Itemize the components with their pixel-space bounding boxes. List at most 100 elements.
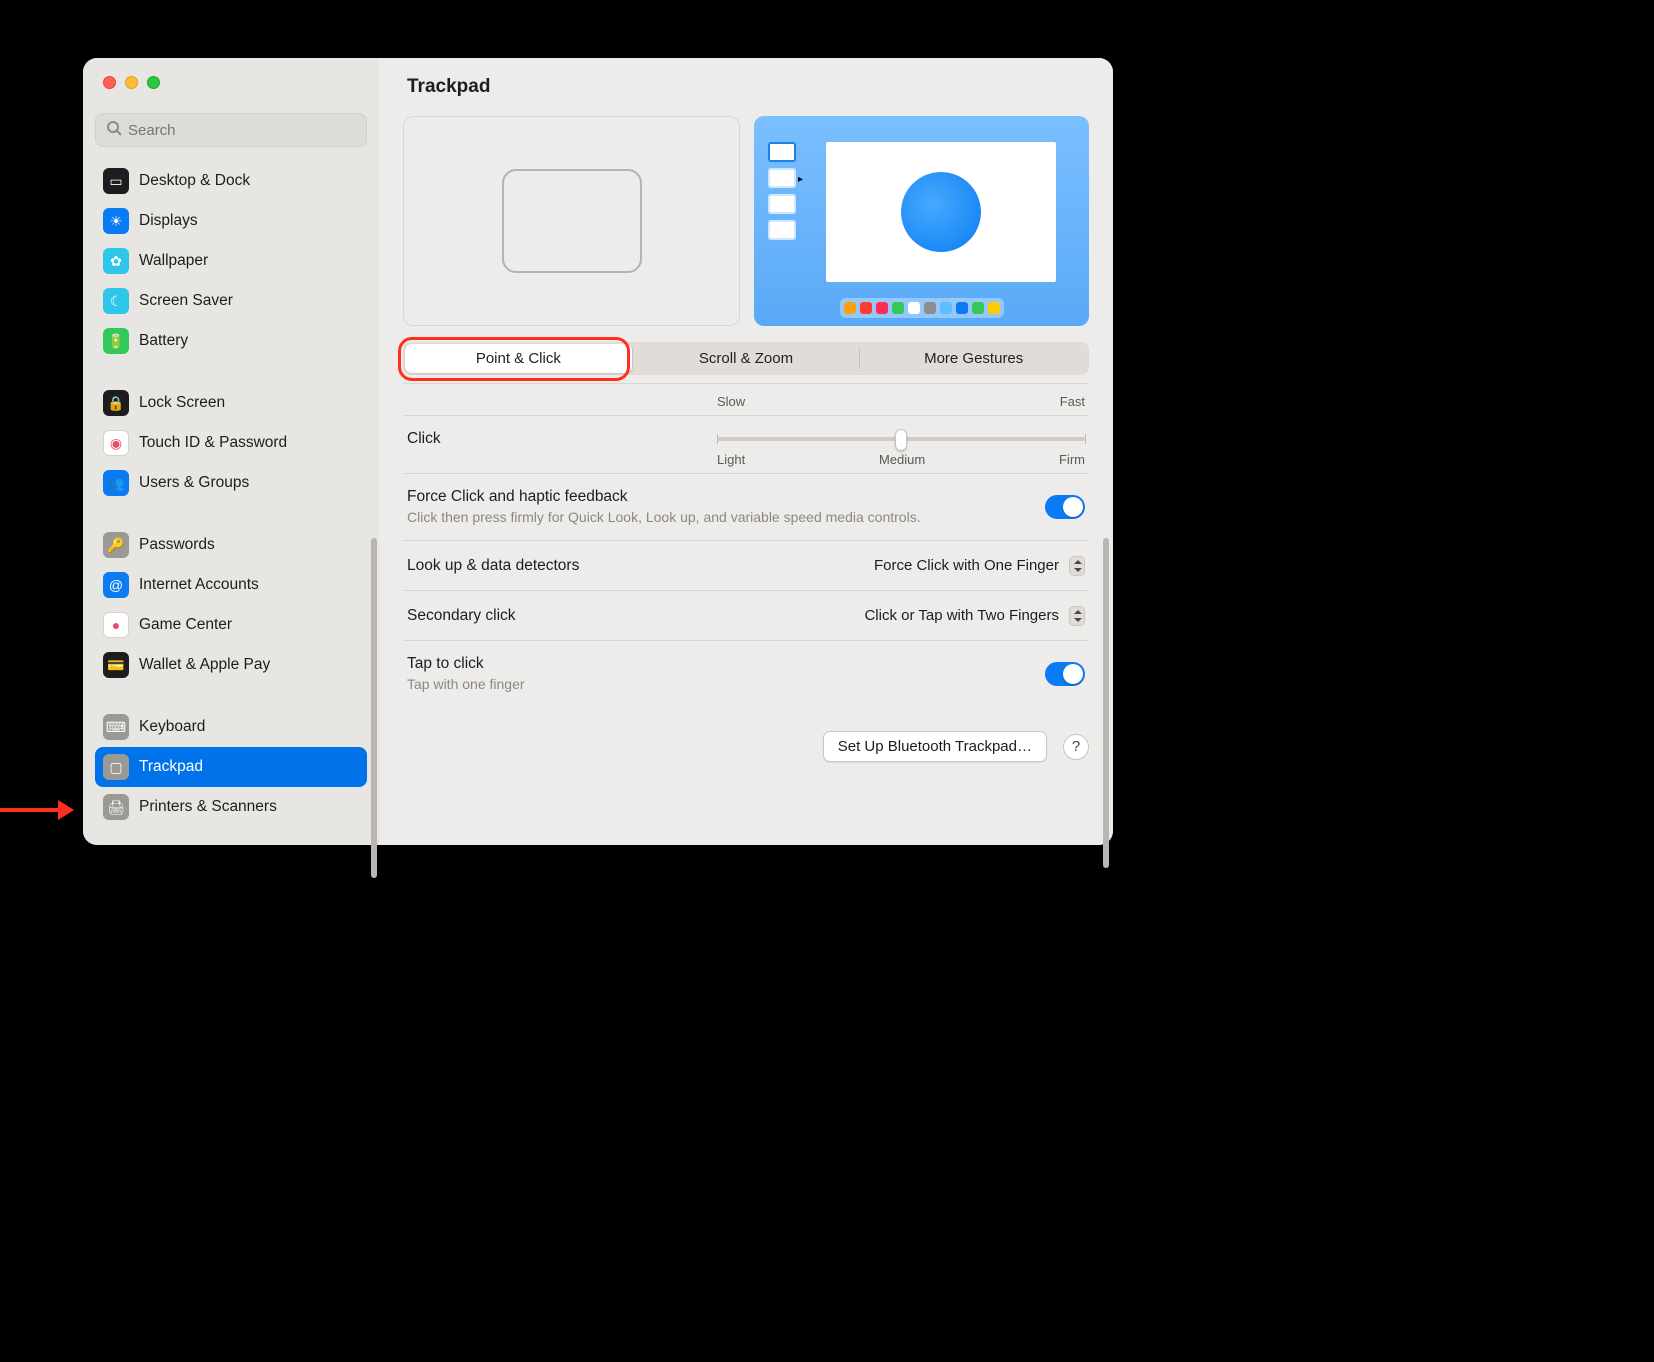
click-slider-knob[interactable]	[895, 429, 907, 451]
chevron-updown-icon[interactable]	[1069, 606, 1085, 626]
sidebar-item-label: Touch ID & Password	[139, 434, 287, 452]
demo-thumb	[768, 194, 796, 214]
dock-swatch	[940, 302, 952, 314]
sidebar-item-keyboard[interactable]: ⌨ Keyboard	[95, 707, 367, 747]
sidebar-item-desktop-dock[interactable]: ▭ Desktop & Dock	[95, 161, 367, 201]
screen-saver-icon: ☾	[103, 288, 129, 314]
wallet-apple-pay-icon: 💳	[103, 652, 129, 678]
passwords-icon: 🔑	[103, 532, 129, 558]
dock-swatch	[876, 302, 888, 314]
trackpad-icon	[502, 169, 642, 273]
sidebar-item-label: Passwords	[139, 536, 215, 554]
sidebar-item-label: Trackpad	[139, 758, 203, 776]
trackpad-icon: ▢	[103, 754, 129, 780]
bottom-bar: Set Up Bluetooth Trackpad… ?	[403, 731, 1089, 762]
dock-swatch	[972, 302, 984, 314]
sidebar-item-wallpaper[interactable]: ✿ Wallpaper	[95, 241, 367, 281]
trackpad-preview	[403, 116, 740, 326]
sidebar-item-passwords[interactable]: 🔑 Passwords	[95, 525, 367, 565]
search-input[interactable]	[95, 113, 367, 147]
sidebar-item-label: Wallet & Apple Pay	[139, 656, 270, 674]
demo-canvas	[826, 142, 1056, 282]
keyboard-icon: ⌨	[103, 714, 129, 740]
sidebar-item-users-groups[interactable]: 👥Users & Groups	[95, 463, 367, 503]
sidebar-item-label: Keyboard	[139, 718, 205, 736]
sidebar: ▭ Desktop & Dock ☀ Displays ✿ Wallpaper ☾ Scree…	[83, 58, 379, 845]
sidebar-list: ▭ Desktop & Dock ☀ Displays ✿ Wallpaper ☾ Scree…	[95, 161, 367, 827]
sidebar-item-printers-scanners[interactable]: 🖨 Printers & Scanners	[95, 787, 367, 827]
sidebar-item-label: Internet Accounts	[139, 576, 259, 594]
sidebar-item-label: Printers & Scanners	[139, 798, 277, 816]
zoom-icon[interactable]	[147, 76, 160, 89]
demo-thumb	[768, 142, 796, 162]
dock-swatch	[892, 302, 904, 314]
desktop-dock-icon: ▭	[103, 168, 129, 194]
lock-screen-icon: 🔒	[103, 390, 129, 416]
circle-icon	[901, 172, 981, 252]
dock-swatch	[860, 302, 872, 314]
sidebar-item-label: Wallpaper	[139, 252, 208, 270]
search-field[interactable]	[128, 122, 356, 139]
lookup-label: Look up & data detectors	[407, 557, 870, 575]
close-icon[interactable]	[103, 76, 116, 89]
tap-to-click-sub: Tap with one finger	[407, 675, 1045, 693]
sidebar-item-trackpad[interactable]: ▢ Trackpad	[95, 747, 367, 787]
displays-icon: ☀	[103, 208, 129, 234]
dock-swatch	[956, 302, 968, 314]
sidebar-item-lock-screen[interactable]: 🔒Lock Screen	[95, 383, 367, 423]
demo-dock	[840, 298, 1004, 318]
main-content: Trackpad ▸ Point & Clic	[379, 58, 1113, 845]
sidebar-item-label: Screen Saver	[139, 292, 233, 310]
dock-swatch	[908, 302, 920, 314]
gesture-demo: ▸	[754, 116, 1089, 326]
sidebar-item-displays[interactable]: ☀ Displays	[95, 201, 367, 241]
tracking-slow-label: Slow	[717, 394, 745, 409]
sidebar-item-internet-accounts[interactable]: @Internet Accounts	[95, 565, 367, 605]
force-click-label: Force Click and haptic feedback	[407, 488, 1045, 506]
annotation-tab-highlight	[398, 337, 630, 381]
sidebar-item-label: Users & Groups	[139, 474, 249, 492]
dock-swatch	[924, 302, 936, 314]
content-scrollbar[interactable]	[1103, 538, 1109, 868]
help-button[interactable]: ?	[1063, 734, 1089, 760]
dock-swatch	[844, 302, 856, 314]
tab-scroll-zoom[interactable]: Scroll & Zoom	[633, 344, 860, 373]
click-medium: Medium	[879, 452, 925, 467]
secondary-click-value[interactable]: Click or Tap with Two Fingers	[860, 605, 1063, 626]
sidebar-item-screen-saver[interactable]: ☾ Screen Saver	[95, 281, 367, 321]
force-click-row: Force Click and haptic feedback Click th…	[403, 474, 1089, 541]
game-center-icon: ●	[103, 612, 129, 638]
sidebar-item-label: Displays	[139, 212, 198, 230]
sidebar-item-label: Desktop & Dock	[139, 172, 250, 190]
demo-thumbnails	[768, 142, 796, 240]
click-firm: Firm	[1059, 452, 1085, 467]
sidebar-item-wallet-apple-pay[interactable]: 💳 Wallet & Apple Pay	[95, 645, 367, 685]
dock-swatch	[988, 302, 1000, 314]
minimize-icon[interactable]	[125, 76, 138, 89]
sidebar-item-label: Game Center	[139, 616, 232, 634]
secondary-click-label: Secondary click	[407, 607, 860, 625]
click-slider[interactable]	[717, 437, 1085, 441]
force-click-toggle[interactable]	[1045, 495, 1085, 519]
tab-more-gestures[interactable]: More Gestures	[860, 344, 1087, 373]
printers-scanners-icon: 🖨	[103, 794, 129, 820]
sidebar-item-label: Battery	[139, 332, 188, 350]
sidebar-item-touch-id-password[interactable]: ◉Touch ID & Password	[95, 423, 367, 463]
battery-icon: 🔋	[103, 328, 129, 354]
window-controls	[103, 76, 367, 89]
click-row: Click Light Medium Firm	[403, 416, 1089, 474]
sidebar-item-battery[interactable]: 🔋 Battery	[95, 321, 367, 361]
lookup-row: Look up & data detectors Force Click wit…	[403, 541, 1089, 591]
lookup-value[interactable]: Force Click with One Finger	[870, 555, 1063, 576]
sidebar-item-game-center[interactable]: ● Game Center	[95, 605, 367, 645]
annotation-arrow	[0, 800, 74, 820]
sidebar-scrollbar[interactable]	[371, 538, 377, 878]
tap-to-click-toggle[interactable]	[1045, 662, 1085, 686]
wallpaper-icon: ✿	[103, 248, 129, 274]
cursor-icon: ▸	[798, 174, 803, 185]
setup-bluetooth-button[interactable]: Set Up Bluetooth Trackpad…	[823, 731, 1047, 762]
tracking-fast-label: Fast	[1060, 394, 1085, 409]
chevron-updown-icon[interactable]	[1069, 556, 1085, 576]
preview-row: ▸	[403, 116, 1089, 326]
click-light: Light	[717, 452, 745, 467]
